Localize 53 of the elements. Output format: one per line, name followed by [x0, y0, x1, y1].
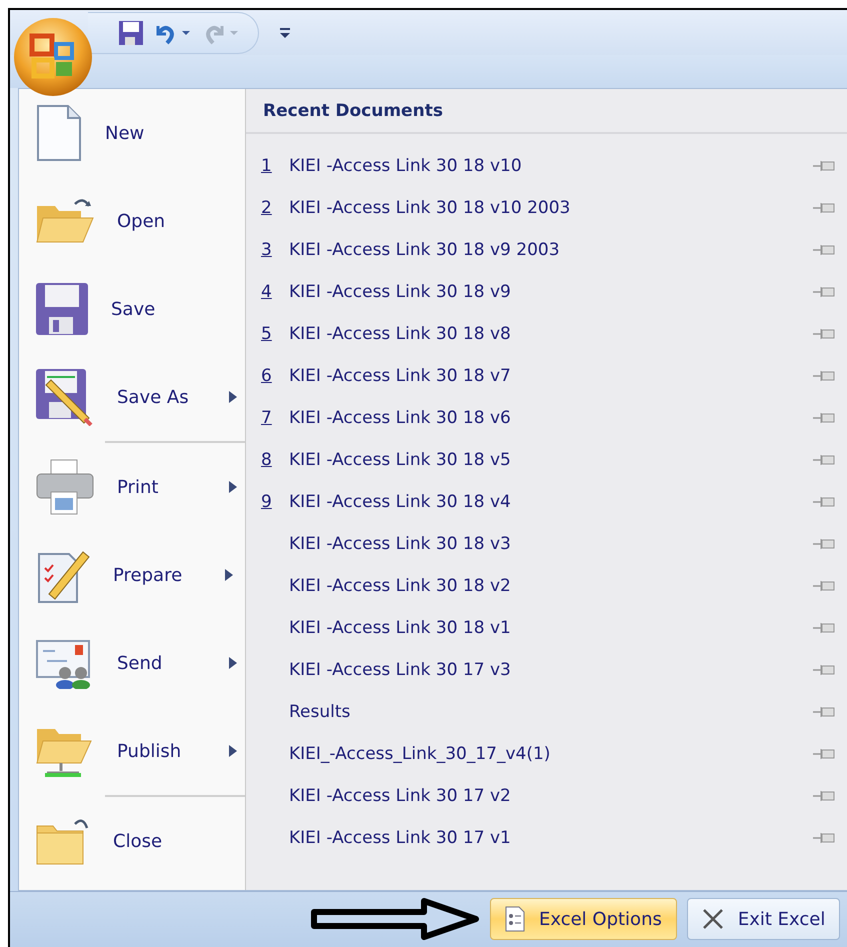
pin-icon[interactable]: [813, 159, 835, 173]
exit-button[interactable]: Exit Excel: [686, 898, 840, 940]
close-icon: [702, 908, 724, 930]
recent-document-item[interactable]: 7 KIEI -Access Link 30 18 v6: [246, 397, 847, 439]
recent-document-item[interactable]: Results: [246, 691, 847, 733]
pin-icon[interactable]: [813, 663, 835, 677]
recent-document-item[interactable]: 2 KIEI -Access Link 30 18 v10 2003: [246, 187, 847, 229]
recent-document-item[interactable]: KIEI -Access Link 30 18 v3: [246, 523, 847, 565]
recent-document-item[interactable]: 6 KIEI -Access Link 30 18 v7: [246, 355, 847, 397]
pin-icon[interactable]: [813, 495, 835, 509]
menu-item[interactable]: Open: [19, 177, 245, 265]
pin-icon[interactable]: [813, 747, 835, 761]
menu-item[interactable]: Prepare: [19, 531, 245, 619]
recent-document-item[interactable]: 4 KIEI -Access Link 30 18 v9: [246, 271, 847, 313]
recent-document-item[interactable]: KIEI_-Access_Link_30_17_v4(1): [246, 733, 847, 775]
pin-icon[interactable]: [813, 705, 835, 719]
pin-icon[interactable]: [813, 831, 835, 845]
menu-item[interactable]: Publish: [19, 707, 245, 795]
pin-icon[interactable]: [813, 285, 835, 299]
pin-icon[interactable]: [813, 789, 835, 803]
recent-document-item[interactable]: 5 KIEI -Access Link 30 18 v8: [246, 313, 847, 355]
pin-icon[interactable]: [813, 201, 835, 215]
recent-documents-heading: Recent Documents: [246, 89, 847, 134]
recent-document-item[interactable]: KIEI -Access Link 30 18 v2: [246, 565, 847, 607]
recent-document-item[interactable]: KIEI -Access Link 30 17 v3: [246, 649, 847, 691]
save-icon[interactable]: [118, 20, 144, 46]
customize-toolbar-icon[interactable]: [279, 26, 291, 38]
menu-item[interactable]: Close: [19, 797, 245, 885]
recent-document-item[interactable]: 1 KIEI -Access Link 30 18 v10: [246, 145, 847, 187]
recent-document-item[interactable]: 9 KIEI -Access Link 30 18 v4: [246, 481, 847, 523]
recent-document-item[interactable]: KIEI -Access Link 30 18 v1: [246, 607, 847, 649]
pin-icon[interactable]: [813, 411, 835, 425]
document-settings-icon: [505, 906, 525, 932]
pin-icon[interactable]: [813, 537, 835, 551]
menu-item[interactable]: Save: [19, 265, 245, 353]
blank-page-icon: [35, 104, 83, 162]
pin-icon[interactable]: [813, 369, 835, 383]
recent-document-item[interactable]: KIEI -Access Link 30 17 v1: [246, 817, 847, 859]
options-button[interactable]: Excel Options: [490, 898, 677, 940]
menu-item[interactable]: Save As: [19, 353, 245, 441]
printer-icon: [35, 458, 95, 516]
recent-document-item[interactable]: 3 KIEI -Access Link 30 18 v9 2003: [246, 229, 847, 271]
pin-icon[interactable]: [813, 579, 835, 593]
pin-icon[interactable]: [813, 453, 835, 467]
recent-document-item[interactable]: KIEI -Access Link 30 17 v2: [246, 775, 847, 817]
menu-item[interactable]: New: [19, 89, 245, 177]
pin-icon[interactable]: [813, 327, 835, 341]
recent-document-item[interactable]: 8 KIEI -Access Link 30 18 v5: [246, 439, 847, 481]
menu-item[interactable]: Send: [19, 619, 245, 707]
menu-item[interactable]: Print: [19, 443, 245, 531]
pin-icon[interactable]: [813, 621, 835, 635]
pin-icon[interactable]: [813, 243, 835, 257]
floppy-disk-pencil-icon: [35, 368, 95, 426]
